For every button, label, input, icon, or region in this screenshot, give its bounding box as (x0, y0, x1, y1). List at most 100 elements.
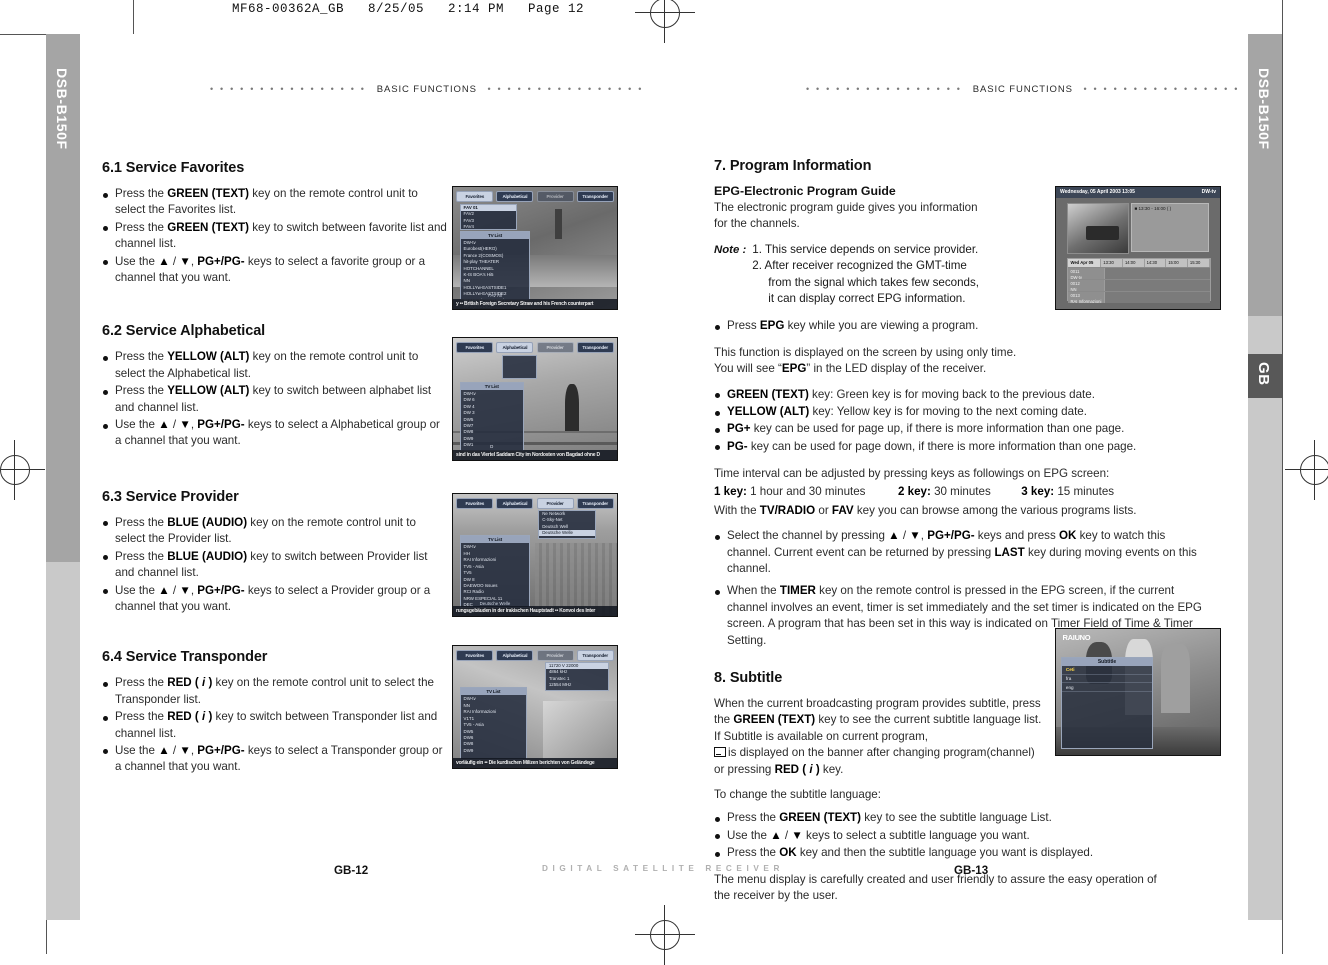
epg-channel-events (1104, 268, 1210, 280)
epg-grid-date: Wed Apr 05 (1068, 258, 1102, 268)
header-title-left: BASIC FUNCTIONS (376, 84, 477, 95)
bullet-list-6-3: Press the BLUE (AUDIO) key on the remote… (102, 515, 447, 615)
interval-value-2: 30 minutes (934, 484, 991, 498)
osd-tab-transponder[interactable]: Transponder (576, 649, 614, 661)
section-heading-7: 7. Program Information (714, 158, 872, 174)
subtitle-closing: The menu display is carefully created an… (714, 872, 1157, 902)
note-block: Note : 1. This service depends on servic… (714, 242, 982, 308)
osd-channel[interactable]: DW9 (461, 748, 527, 754)
subtitle-bullets: Press the GREEN (TEXT) key to see the su… (714, 810, 1204, 861)
screenshot-favorites: Favorites Alphabetical Provider Transpon… (452, 186, 618, 310)
list-item: YELLOW (ALT) key: Yellow key is for movi… (714, 404, 1204, 420)
section-heading-6-1: 6.1 Service Favorites (102, 160, 245, 176)
osd-tab-favorites[interactable]: Favorites (456, 497, 494, 509)
section-heading-6-2: 6.2 Service Alphabetical (102, 323, 266, 340)
list-item: Press the RED ( i ) key to switch betwee… (102, 709, 447, 742)
osd-channel-panel: TV List DW-tv NN RAI Informazioni V1T1 T… (459, 687, 528, 761)
subtitle-language-item[interactable]: Ceti (1061, 666, 1153, 675)
interval-key-3: 3 key: (1021, 484, 1055, 498)
note-label: Note : (714, 243, 747, 256)
list-item: Use the ▲ / ▼, PG+/PG- keys to select a … (102, 743, 447, 776)
crop-line (1282, 0, 1283, 954)
header-title-right: BASIC FUNCTIONS (972, 84, 1073, 95)
crop-line (133, 0, 134, 34)
list-item: Press the YELLOW (ALT) key on the remote… (102, 349, 447, 382)
list-item: Press the YELLOW (ALT) key to switch bet… (102, 383, 447, 416)
osd-tab-provider[interactable]: Provider (536, 497, 574, 509)
osd-tab-favorites[interactable]: Favorites (456, 649, 494, 661)
running-header-right: • • • • • • • • • • • • • • • • BASIC FU… (806, 84, 1240, 95)
osd-tab-provider[interactable]: Provider (536, 649, 574, 661)
epg-time-slot: 15:00 (1166, 258, 1188, 268)
osd-tab-transponder[interactable]: Transponder (576, 341, 614, 353)
subtitle-language-item[interactable]: eng (1061, 683, 1153, 693)
osd-ticker: y •• British Foreign Secretary Straw and… (453, 299, 617, 309)
osd-tab-bar: Favorites Alphabetical Provider Transpon… (456, 649, 614, 661)
bullet-list-6-2: Press the YELLOW (ALT) key on the remote… (102, 349, 447, 449)
list-item: GREEN (TEXT) key: Green key is for movin… (714, 387, 1204, 403)
epg-time-slot: 15:30 (1187, 258, 1210, 268)
osd-tab-transponder[interactable]: Transponder (576, 190, 614, 202)
bullet-list-6-4: Press the RED ( i ) key on the remote co… (102, 675, 447, 775)
interval-value-3: 15 minutes (1057, 484, 1115, 498)
osd-tab-favorites[interactable]: Favorites (456, 341, 494, 353)
epg-video-thumbnail (1067, 202, 1129, 254)
epg-channel-row[interactable]: 0013 RAI Informazioni (1068, 291, 1210, 304)
epg-para-2: You will see “EPG” in the LED display of… (714, 362, 987, 376)
epg-intro: The electronic program guide gives you i… (714, 201, 978, 231)
list-item: Press the BLUE (AUDIO) key on the remote… (102, 515, 447, 548)
side-tab-left-label: DSB-B150F (54, 68, 70, 150)
side-tab-right-light (1248, 316, 1282, 354)
interval-intro: Time interval can be adjusted by pressin… (714, 467, 1110, 481)
subtitle-panel-title: Subtitle (1061, 657, 1153, 666)
osd-tab-transponder[interactable]: Transponder (576, 497, 614, 509)
subtitle-language-item[interactable]: fra (1061, 675, 1153, 684)
osd-tab-alphabetical[interactable]: Alphabetical (496, 190, 534, 202)
epg-channel-label: RAI Informazioni (1070, 299, 1102, 304)
epg-grid-header: Wed Apr 05 13:30 14:00 14:30 15:00 15:30 (1068, 258, 1210, 268)
epg-channel-row[interactable]: 0012 NN (1068, 279, 1210, 292)
osd-list-title: TV List (460, 536, 530, 544)
side-tab-right-lower (1248, 398, 1282, 920)
osd-list-title: TV List (460, 382, 523, 390)
osd-tab-alphabetical[interactable]: Alphabetical (496, 341, 534, 353)
osd-tab-alphabetical[interactable]: Alphabetical (496, 497, 534, 509)
subheading-epg: EPG-Electronic Program Guide (714, 184, 896, 198)
osd-group-panel: FAV 01 FAV2 FAV3 FAV4 (459, 204, 518, 231)
epg-channel-row[interactable]: 0011 DW-tv (1068, 267, 1210, 280)
osd-provider-item[interactable]: Deutsche Welle (539, 530, 596, 537)
subtitle-change-line: To change the subtitle language: (714, 787, 881, 801)
crop-line (0, 34, 46, 35)
list-item: Press the GREEN (TEXT) key to switch bet… (102, 220, 447, 253)
epg-channel-name: 0011 DW-tv (1068, 268, 1105, 280)
header-dots: • • • • • • • • • • • • • • • • (806, 84, 963, 94)
list-item: Press the GREEN (TEXT) key on the remote… (102, 186, 447, 219)
section-heading-6-4: 6.4 Service Transponder (102, 649, 268, 666)
bullet-list-6-1: Press the GREEN (TEXT) key on the remote… (102, 186, 447, 286)
manual-page-spread: MF68-00362A_GB 8/25/05 2:14 PM Page 12 D… (0, 0, 1328, 965)
list-item: Press the GREEN (TEXT) key to see the su… (714, 810, 1057, 826)
osd-channel-panel: TV List DW-tv Eurobest(HERO) France 2(CO… (459, 230, 531, 309)
osd-provider-panel: Ne Network C-Sky-Net Deutsch Well Deutsc… (538, 509, 597, 539)
page-number-left: GB-12 (334, 864, 369, 877)
osd-tab-provider[interactable]: Provider (536, 190, 574, 202)
osd-transponder-item[interactable]: 12554 MHz (546, 682, 608, 688)
registration-mark-bottom (635, 905, 695, 965)
subtitle-icon (714, 747, 726, 758)
note-item: it can display correct EPG information. (768, 292, 966, 306)
osd-tab-provider[interactable]: Provider (536, 341, 574, 353)
osd-tab-favorites[interactable]: Favorites (456, 190, 494, 202)
list-item: PG- key can be used for page down, if th… (714, 439, 1204, 455)
interval-key-row: 1 key: 1 hour and 30 minutes 2 key: 30 m… (714, 483, 1204, 500)
osd-ticker: vorläufig ein •• Die kurdischen Milizen … (453, 758, 617, 768)
section-heading-6-3: 6.3 Service Provider (102, 488, 239, 505)
epg-time-slot: 13:30 (1101, 258, 1123, 268)
osd-group-item[interactable]: FAV4 (461, 224, 517, 230)
subtitle-channel-brand: RAIUNO (1062, 632, 1091, 642)
interval-value-1: 1 hour and 30 minutes (750, 484, 866, 498)
osd-tab-alphabetical[interactable]: Alphabetical (496, 649, 534, 661)
osd-ticker: sind in das Viertel Saddam City im Nordo… (453, 450, 617, 460)
epg-key-bullet: Press EPG key while you are viewing a pr… (714, 318, 1204, 334)
subtitle-language-panel: Subtitle Ceti fra eng (1060, 656, 1154, 750)
note-item: 2. After receiver recognized the GMT-tim… (752, 259, 967, 273)
